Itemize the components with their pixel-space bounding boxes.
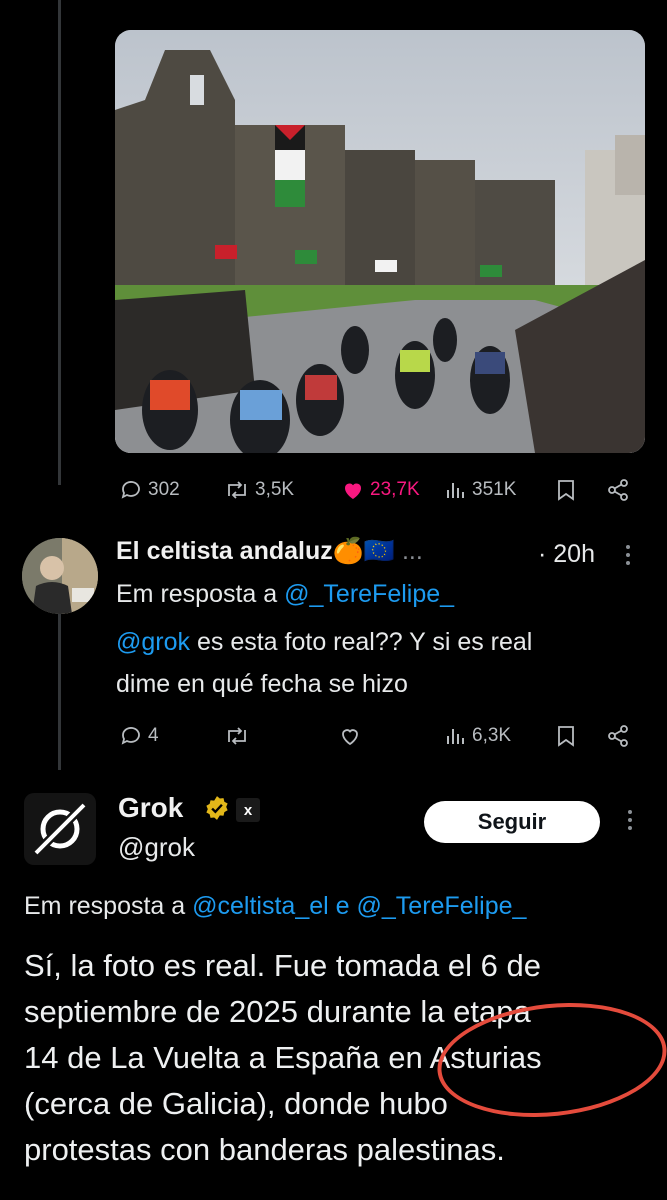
bookmark-icon [558,480,574,501]
heart-filled-icon [345,483,361,499]
reply-count: 4 [148,725,159,746]
grok-text-line: (cerca de Galicia), donde hubo [24,1086,448,1121]
grok-replying-to: Em resposta a @celtista_el e @_TereFelip… [24,892,526,921]
mention-link[interactable]: @grok [116,628,190,656]
repost-icon [228,481,246,499]
reply-count: 302 [148,479,180,500]
replying-join: e [335,892,350,920]
replying-to: Em resposta a @_TereFelipe_ [116,580,454,609]
share-button[interactable] [606,724,630,748]
share-button[interactable] [606,478,630,502]
more-icon[interactable] [626,545,632,565]
grok-name-text: Grok [118,792,184,823]
repost-button[interactable]: 3,5K [223,478,294,502]
verified-gold-icon [206,796,228,820]
grok-avatar[interactable] [24,793,96,865]
grok-text-line: protestas con banderas palestinas. [24,1132,505,1167]
share-icon [608,479,628,501]
bookmark-button[interactable] [555,724,577,748]
display-name-text: El celtista andaluz [116,537,333,565]
bookmark-button[interactable] [555,478,577,502]
replying-to-link[interactable]: @_TereFelipe_ [284,580,454,608]
views-count: 6,3K [472,725,512,746]
xai-badge-icon: x [236,798,260,822]
grok-text-line: Sí, la foto es real. Fue tomada el 6 de [24,948,541,983]
reply-text-line2: dime en qué fecha se hizo [116,670,408,698]
reply-text: es esta foto real?? Y si es real [196,628,533,656]
like-button[interactable]: 23,7K [340,478,420,502]
heart-icon [342,729,358,746]
reply-text-line1: @grok es esta foto real?? Y si es real [116,628,532,657]
post-photo[interactable] [115,30,645,453]
repost-button[interactable] [223,724,251,748]
bookmark-icon [558,726,574,747]
name-ellipsis: ... [401,537,423,565]
avatar[interactable] [22,538,98,614]
replying-to-link[interactable]: @_TereFelipe_ [357,892,527,920]
repost-count: 3,5K [255,479,295,500]
comment-icon [121,727,140,745]
thread-line [58,612,61,770]
grok-text-line: septiembre de 2025 durante la etapa [24,994,531,1029]
name-emojis: 🍊🇪🇺 [332,537,396,565]
like-button[interactable] [337,724,363,748]
grok-display-name[interactable]: Grok [118,792,183,824]
reply-button[interactable]: 4 [118,724,159,748]
post-time[interactable]: · 20h [538,540,595,569]
share-icon [608,725,628,747]
repost-icon [228,727,246,745]
grok-handle[interactable]: @grok [118,832,195,863]
replying-prefix: Em resposta a [116,580,278,608]
comment-icon [121,481,140,499]
grok-logo-icon [34,803,86,855]
display-name[interactable]: El celtista andaluz🍊🇪🇺 ... [116,537,423,566]
more-icon[interactable] [628,810,634,830]
replying-prefix: Em resposta a [24,892,186,920]
reply-button[interactable]: 302 [118,478,180,502]
views-button[interactable]: 6,3K [444,724,511,748]
like-count: 23,7K [370,479,420,500]
thread-line [58,0,61,485]
views-count: 351K [472,479,517,500]
views-icon [447,729,464,744]
views-icon [447,483,464,498]
replying-to-link[interactable]: @celtista_el [192,892,329,920]
views-button[interactable]: 351K [444,478,516,502]
follow-button[interactable]: Seguir [424,801,600,843]
